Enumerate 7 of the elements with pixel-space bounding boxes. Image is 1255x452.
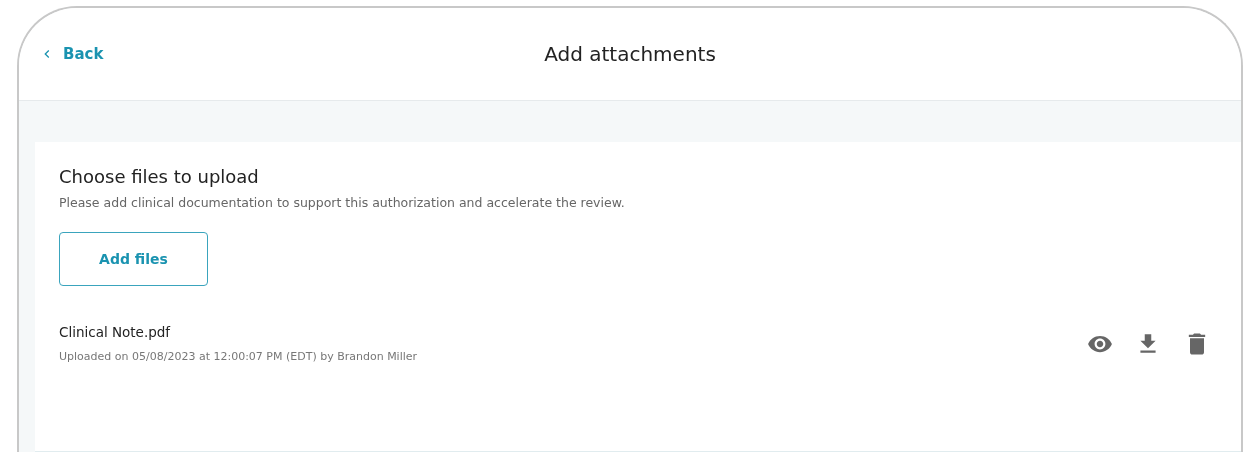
file-upload-info: Uploaded on 05/08/2023 at 12:00:07 PM (EDT) by Brandon Miller bbox=[59, 350, 419, 363]
back-link[interactable]: Back bbox=[39, 45, 545, 63]
section-description: Please add clinical documentation to support this authorization and accelerate the review. bbox=[59, 195, 626, 210]
add-files-button[interactable]: Add files bbox=[59, 232, 208, 286]
file-name: Clinical Note.pdf bbox=[59, 324, 172, 340]
page-title: Add attachments bbox=[544, 42, 716, 66]
section-title: Choose files to upload bbox=[59, 166, 260, 187]
